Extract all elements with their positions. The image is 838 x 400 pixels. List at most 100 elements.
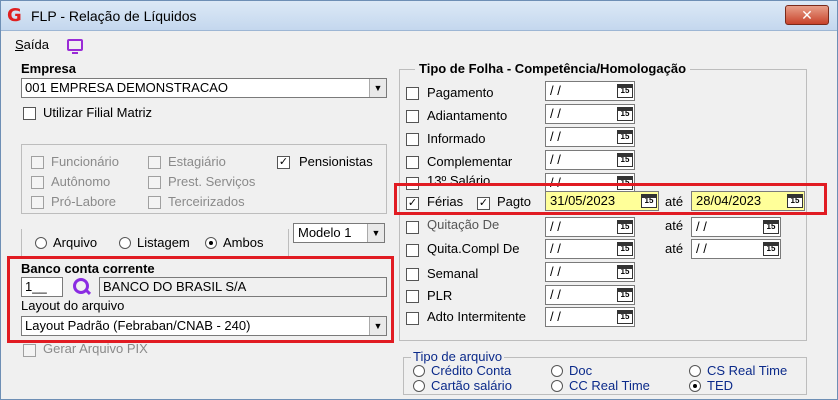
ate-label: até	[665, 218, 684, 233]
calendar-icon[interactable]: 15	[763, 220, 779, 234]
adiantamento-date[interactable]: / / 15	[545, 104, 635, 124]
quita-compl-date[interactable]: / / 15	[545, 239, 635, 259]
listagem-radio[interactable]	[119, 237, 131, 249]
terceirizados-checkbox[interactable]	[148, 196, 161, 209]
ambos-radio[interactable]	[205, 237, 217, 249]
pensionistas-checkbox[interactable]: ✓	[277, 156, 290, 169]
gerar-pix-label: Gerar Arquivo PIX	[43, 341, 148, 356]
quitacao-checkbox[interactable]	[406, 221, 419, 234]
semanal-date[interactable]: / / 15	[545, 262, 635, 282]
banco-highlight-box	[7, 256, 394, 343]
cc-real-time-label: CC Real Time	[569, 378, 650, 393]
calendar-icon[interactable]: 15	[617, 107, 633, 121]
chevron-down-icon[interactable]: ▼	[367, 224, 384, 242]
date-value: / /	[550, 264, 561, 279]
menu-saida-mnemonic: S	[15, 37, 24, 52]
adiantamento-label: Adiantamento	[427, 108, 508, 123]
date-value: / /	[550, 106, 561, 121]
ambos-label: Ambos	[223, 235, 264, 250]
semanal-checkbox[interactable]	[406, 268, 419, 281]
date-value: / /	[550, 83, 561, 98]
informado-checkbox[interactable]	[406, 133, 419, 146]
menu-saida[interactable]: Saída	[15, 37, 49, 52]
adiantamento-checkbox[interactable]	[406, 110, 419, 123]
calendar-icon[interactable]: 15	[617, 265, 633, 279]
autonomo-label: Autônomo	[51, 174, 111, 189]
pro-labore-label: Pró-Labore	[51, 194, 117, 209]
quita-compl-checkbox[interactable]	[406, 244, 419, 257]
date-value: / /	[696, 219, 707, 234]
date-value: / /	[550, 152, 561, 167]
gerar-pix-checkbox[interactable]	[23, 344, 36, 357]
cartao-salario-label: Cartão salário	[431, 378, 512, 393]
quitacao-date[interactable]: / / 15	[545, 217, 635, 237]
prest-servicos-label: Prest. Serviços	[168, 174, 256, 189]
adto-intermitente-label: Adto Intermitente	[427, 309, 526, 324]
utilizar-filial-checkbox[interactable]	[23, 107, 36, 120]
date-value: / /	[550, 129, 561, 144]
modelo-select[interactable]: Modelo 1 ▼	[293, 223, 385, 243]
cs-real-time-radio[interactable]	[689, 365, 701, 377]
funcionario-label: Funcionário	[51, 154, 119, 169]
plr-checkbox[interactable]	[406, 290, 419, 303]
calendar-icon[interactable]: 15	[617, 220, 633, 234]
ferias-highlight-box	[394, 183, 827, 215]
cc-real-time-radio[interactable]	[551, 380, 563, 392]
complementar-checkbox[interactable]	[406, 156, 419, 169]
empresa-select[interactable]: 001 EMPRESA DEMONSTRACAO ▼	[21, 78, 387, 98]
cs-real-time-label: CS Real Time	[707, 363, 788, 378]
ted-radio[interactable]	[689, 380, 701, 392]
quitacao-end-date[interactable]: / / 15	[691, 217, 781, 237]
quita-compl-end-date[interactable]: / / 15	[691, 239, 781, 259]
complementar-date[interactable]: / / 15	[545, 150, 635, 170]
funcionario-checkbox[interactable]	[31, 156, 44, 169]
terceirizados-label: Terceirizados	[168, 194, 245, 209]
chevron-down-icon[interactable]: ▼	[369, 79, 386, 97]
credito-conta-label: Crédito Conta	[431, 363, 512, 378]
empresa-value: 001 EMPRESA DEMONSTRACAO	[25, 80, 228, 95]
modelo-value: Modelo 1	[298, 225, 352, 240]
date-value: / /	[550, 219, 561, 234]
informado-date[interactable]: / / 15	[545, 127, 635, 147]
arquivo-label: Arquivo	[53, 235, 98, 250]
calendar-icon[interactable]: 15	[617, 84, 633, 98]
calendar-icon[interactable]: 15	[763, 242, 779, 256]
window-title: FLP - Relação de Líquidos	[31, 8, 197, 24]
pagamento-label: Pagamento	[427, 85, 494, 100]
estagiario-checkbox[interactable]	[148, 156, 161, 169]
pagamento-checkbox[interactable]	[406, 87, 419, 100]
quita-compl-label: Quita.Compl De	[427, 241, 520, 256]
arquivo-radio[interactable]	[35, 237, 47, 249]
credito-conta-radio[interactable]	[413, 365, 425, 377]
monitor-icon[interactable]	[67, 39, 83, 54]
pensionistas-label: Pensionistas	[299, 154, 373, 169]
utilizar-filial-label: Utilizar Filial Matriz	[43, 105, 153, 120]
calendar-icon[interactable]: 15	[617, 153, 633, 167]
adto-intermitente-date[interactable]: / / 15	[545, 307, 635, 327]
title-bar: G FLP - Relação de Líquidos ✕	[1, 1, 837, 31]
tipo-arquivo-label: Tipo de arquivo	[411, 349, 505, 364]
empresa-label: Empresa	[21, 61, 76, 76]
semanal-label: Semanal	[427, 266, 479, 281]
calendar-icon[interactable]: 15	[617, 242, 633, 256]
calendar-icon[interactable]: 15	[617, 288, 633, 302]
doc-radio[interactable]	[551, 365, 563, 377]
estagiario-label: Estagiário	[168, 154, 226, 169]
plr-date[interactable]: / / 15	[545, 285, 635, 305]
quitacao-label: Quitação De	[427, 217, 500, 232]
autonomo-checkbox[interactable]	[31, 176, 44, 189]
pagamento-date[interactable]: / / 15	[545, 81, 635, 101]
ted-label: TED	[707, 378, 733, 393]
cartao-salario-radio[interactable]	[413, 380, 425, 392]
prest-servicos-checkbox[interactable]	[148, 176, 161, 189]
close-button[interactable]: ✕	[785, 5, 829, 25]
date-value: / /	[550, 287, 561, 302]
adto-intermitente-checkbox[interactable]	[406, 312, 419, 325]
pro-labore-checkbox[interactable]	[31, 196, 44, 209]
calendar-icon[interactable]: 15	[617, 310, 633, 324]
app-logo-icon: G	[7, 5, 22, 26]
date-value: / /	[550, 309, 561, 324]
date-value: / /	[696, 241, 707, 256]
calendar-icon[interactable]: 15	[617, 130, 633, 144]
tipo-folha-header: Tipo de Folha - Competência/Homologação	[415, 61, 691, 76]
